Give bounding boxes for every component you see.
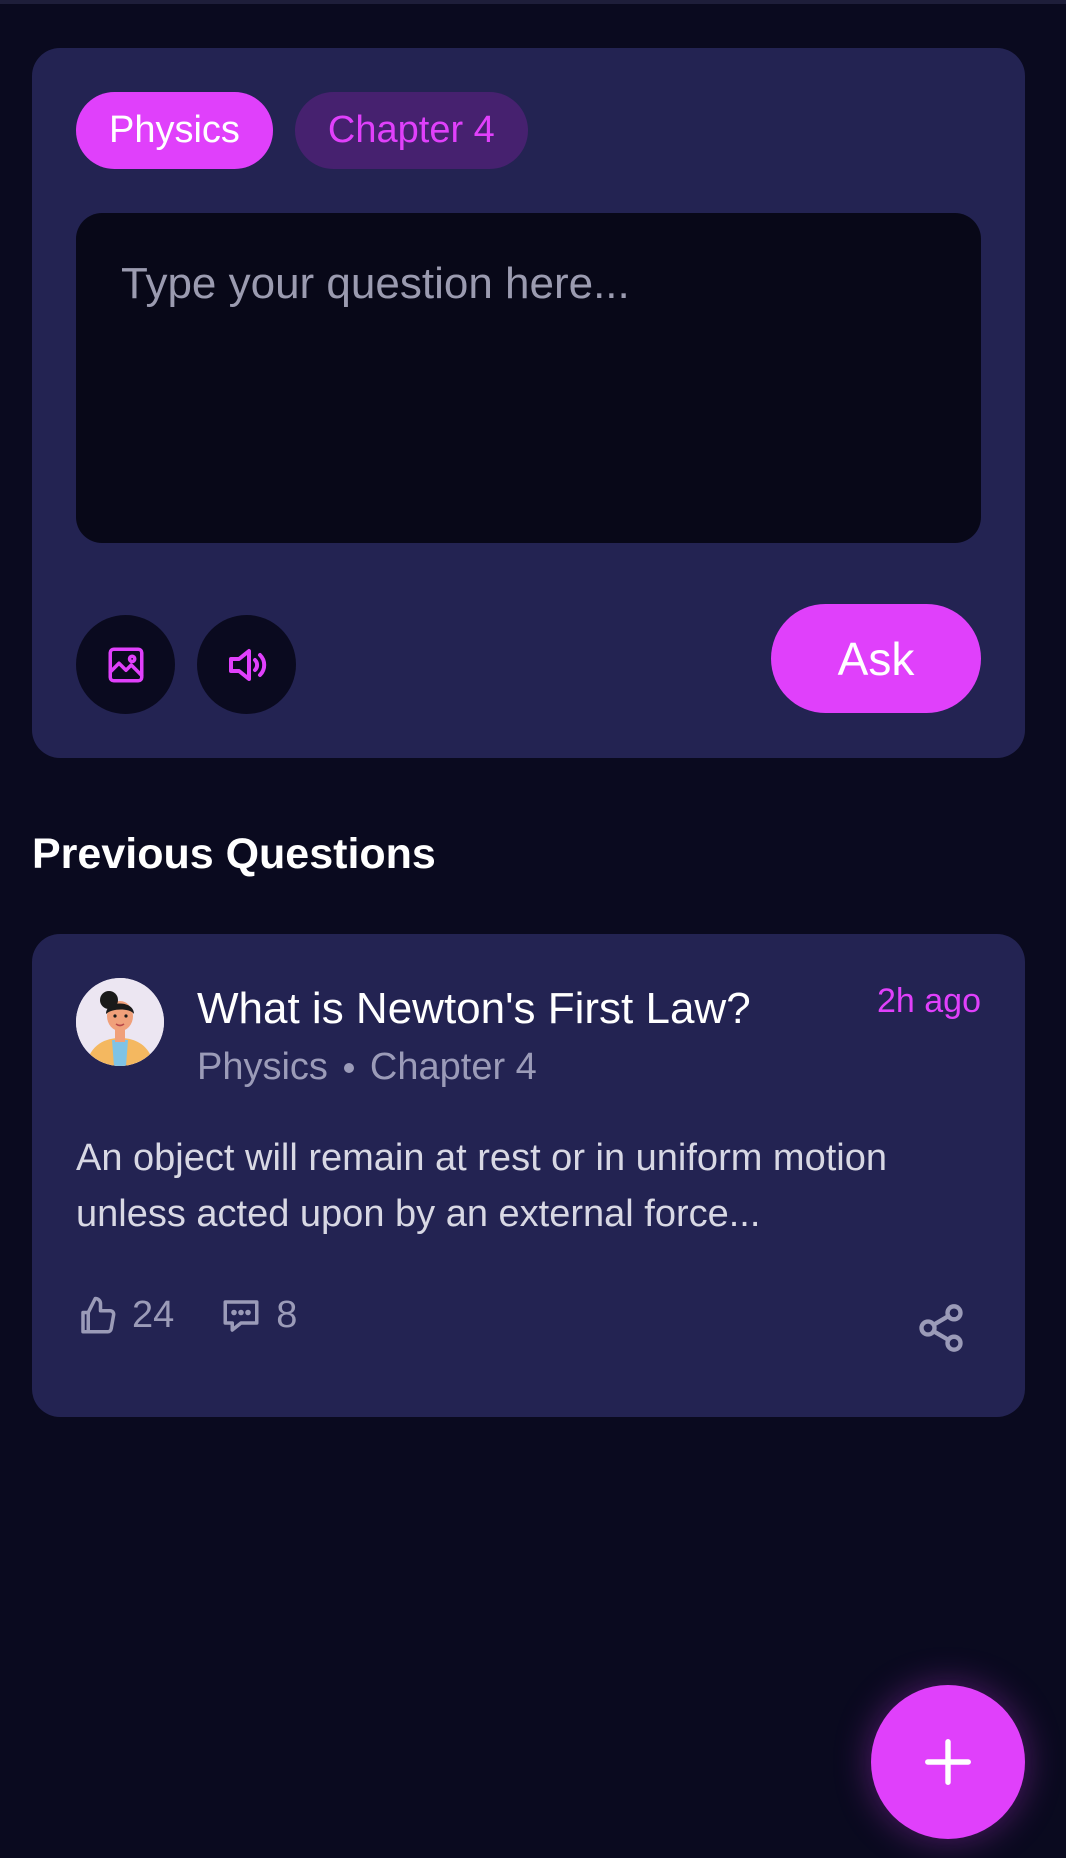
question-timestamp: 2h ago	[877, 982, 981, 1020]
share-icon	[919, 1304, 963, 1352]
top-edge	[0, 0, 1066, 4]
question-chapter: Chapter 4	[369, 1046, 537, 1088]
attach-image-button[interactable]	[76, 615, 175, 714]
question-actions: 24 8	[76, 1294, 343, 1337]
comment-button[interactable]: 8	[220, 1294, 297, 1337]
ask-button[interactable]: Ask	[771, 604, 981, 713]
speaker-icon	[228, 648, 266, 681]
like-button[interactable]: 24	[76, 1294, 174, 1337]
comment-icon	[223, 1299, 259, 1332]
like-count: 24	[132, 1294, 175, 1336]
question-meta: Physics Chapter 4	[197, 1046, 537, 1089]
previous-questions-heading: Previous Questions	[32, 830, 436, 878]
meta-separator	[343, 1062, 354, 1073]
plus-icon	[925, 1739, 971, 1785]
avatar	[76, 978, 164, 1066]
tag-chips: Physics Chapter 4	[76, 92, 528, 169]
chapter-chip[interactable]: Chapter 4	[294, 92, 528, 169]
question-card[interactable]: What is Newton's First Law? 2h ago Physi…	[32, 934, 1025, 1417]
share-button[interactable]	[915, 1302, 967, 1359]
question-subject: Physics	[197, 1046, 328, 1088]
thumbs-up-icon	[81, 1296, 116, 1333]
question-input[interactable]	[121, 259, 936, 497]
question-title[interactable]: What is Newton's First Law?	[197, 984, 751, 1034]
question-excerpt: An object will remain at rest or in unif…	[76, 1137, 887, 1235]
image-icon	[108, 647, 143, 682]
subject-chip[interactable]: Physics	[76, 92, 273, 169]
voice-input-button[interactable]	[197, 615, 296, 714]
comment-count: 8	[276, 1294, 298, 1336]
ask-question-card: Physics Chapter 4 Ask	[32, 48, 1025, 758]
question-input-box	[76, 213, 981, 543]
new-question-fab[interactable]	[871, 1685, 1025, 1839]
